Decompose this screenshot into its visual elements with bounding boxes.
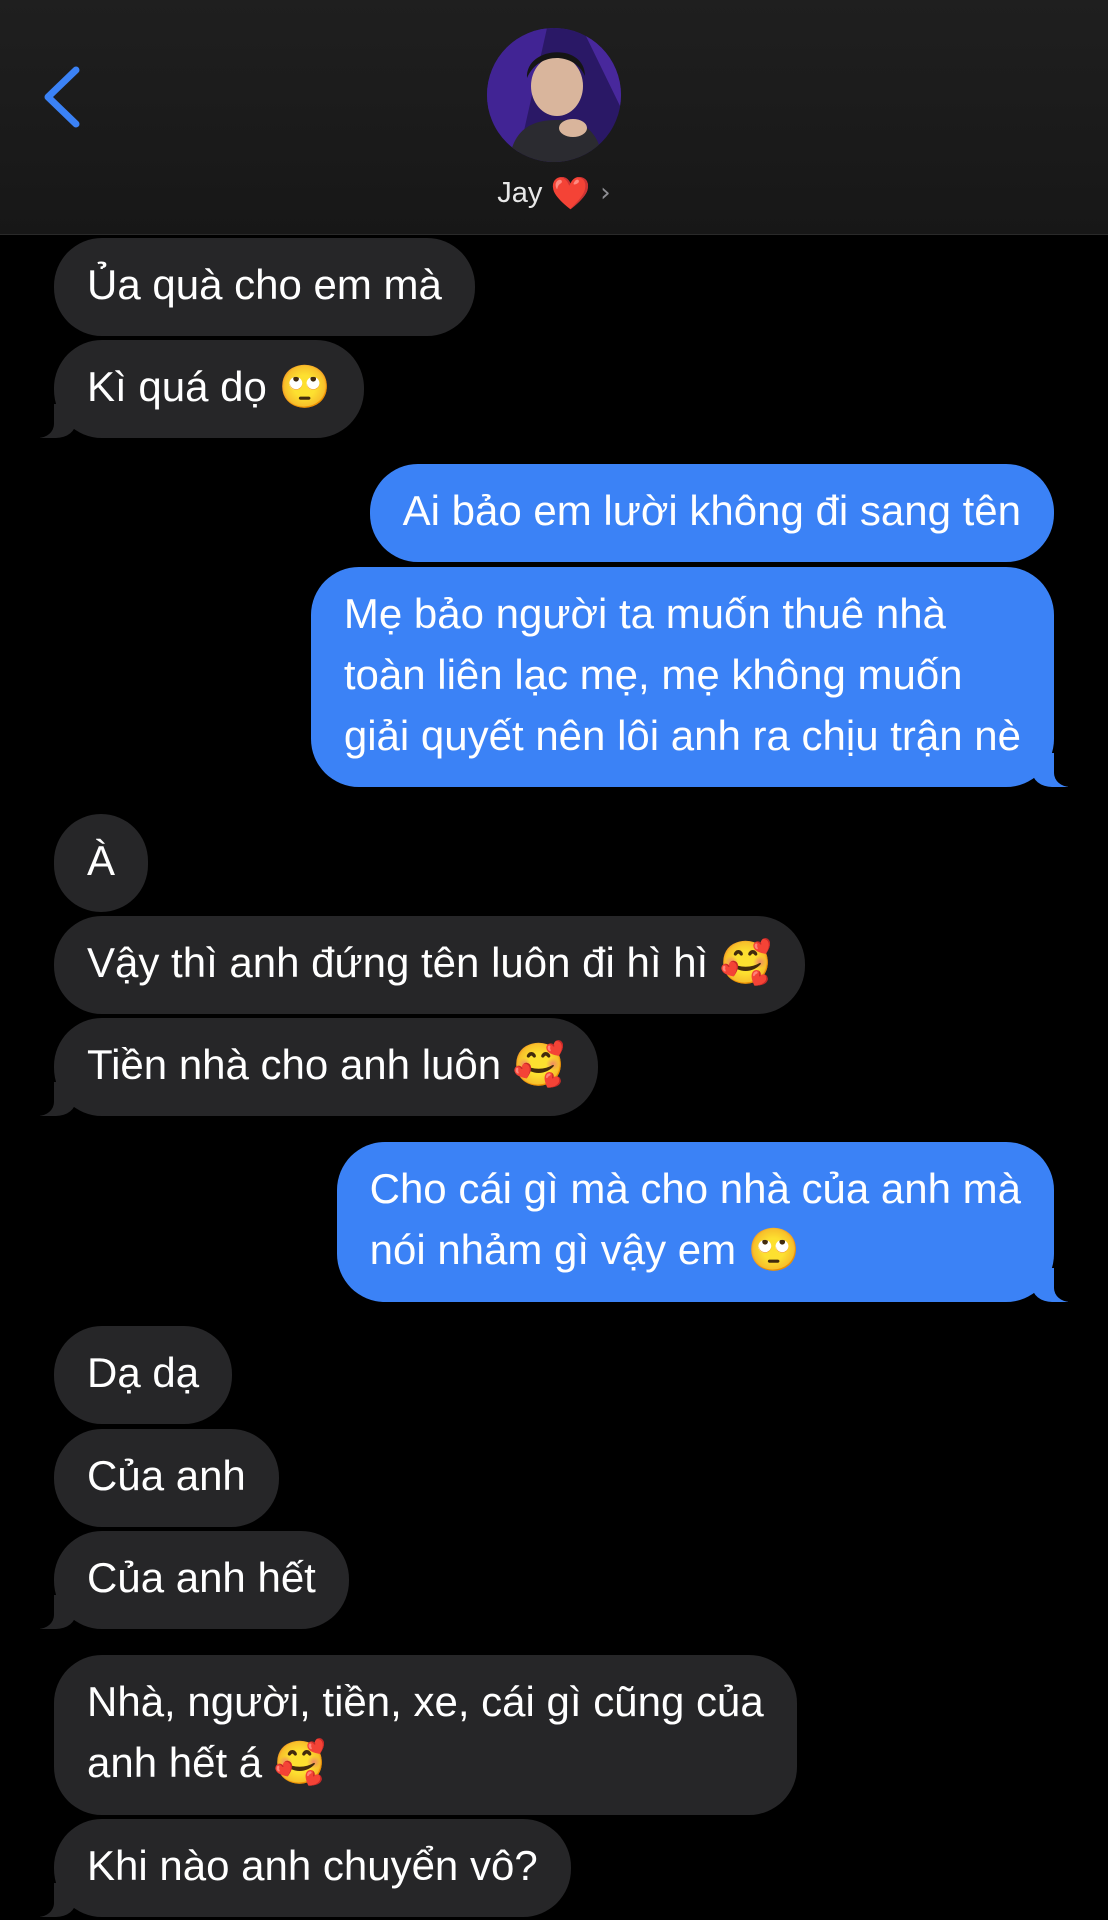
outgoing-message[interactable]: Mẹ bảo người ta muốn thuê nhà toàn liên …	[310, 567, 1083, 787]
incoming-message[interactable]: Dạ dạ	[54, 1326, 233, 1424]
message-text: Khi nào anh chuyển vô?	[87, 1842, 538, 1889]
message-line: toàn liên lạc mẹ, mẹ không muốn	[343, 651, 963, 698]
chevron-right-icon: ›	[600, 178, 611, 208]
message-line: Nhà, người, tiền, xe, cái gì cũng của	[87, 1678, 764, 1725]
message-line: nói nhảm gì vậy em 🙄	[369, 1226, 801, 1273]
message-text: Của anh	[87, 1452, 246, 1499]
outgoing-message[interactable]: Cho cái gì mà cho nhà của anh mà nói nhả…	[336, 1142, 1083, 1302]
message-thread: Ủa quà cho em mà Kì quá dọ 🙄 Ai bảo em l…	[0, 0, 1108, 1920]
incoming-message[interactable]: Kì quá dọ 🙄	[26, 340, 364, 438]
contact-name-button[interactable]: Jay ❤️ ›	[0, 170, 1108, 216]
back-button[interactable]	[36, 62, 96, 132]
message-text: À	[87, 837, 116, 884]
message-text: Dạ dạ	[87, 1349, 200, 1396]
incoming-message[interactable]: Của anh hết	[26, 1531, 349, 1629]
message-line: giải quyết nên lôi anh ra chịu trận nè	[343, 712, 1021, 759]
conversation-header: Jay ❤️ ›	[0, 0, 1108, 235]
incoming-message[interactable]: Vậy thì anh đứng tên luôn đi hì hì 🥰	[54, 916, 806, 1014]
message-text: Của anh hết	[87, 1554, 316, 1601]
contact-avatar[interactable]	[487, 28, 621, 162]
outgoing-message[interactable]: Ai bảo em lười không đi sang tên	[369, 464, 1054, 562]
incoming-message[interactable]: À	[54, 814, 149, 912]
incoming-message[interactable]: Tiền nhà cho anh luôn 🥰	[25, 1018, 599, 1116]
incoming-message[interactable]: Nhà, người, tiền, xe, cái gì cũng của an…	[54, 1655, 797, 1815]
message-text: Ai bảo em lười không đi sang tên	[402, 487, 1021, 534]
incoming-message[interactable]: Khi nào anh chuyển vô?	[26, 1819, 571, 1917]
message-text: Ủa quà cho em mà	[87, 261, 442, 308]
message-text: Vậy thì anh đứng tên luôn đi hì hì 🥰	[87, 939, 773, 986]
incoming-message[interactable]: Của anh	[54, 1429, 279, 1527]
heart-icon: ❤️	[550, 174, 591, 212]
message-line: Cho cái gì mà cho nhà của anh mà	[369, 1165, 1021, 1212]
avatar-photo	[487, 28, 621, 162]
message-line: anh hết á 🥰	[87, 1739, 327, 1786]
contact-name: Jay	[497, 176, 543, 209]
message-text: Kì quá dọ 🙄	[87, 363, 331, 410]
message-line: Mẹ bảo người ta muốn thuê nhà	[343, 590, 946, 637]
message-text: Tiền nhà cho anh luôn 🥰	[87, 1041, 566, 1088]
chevron-left-icon	[44, 66, 80, 128]
incoming-message[interactable]: Ủa quà cho em mà	[54, 238, 475, 336]
